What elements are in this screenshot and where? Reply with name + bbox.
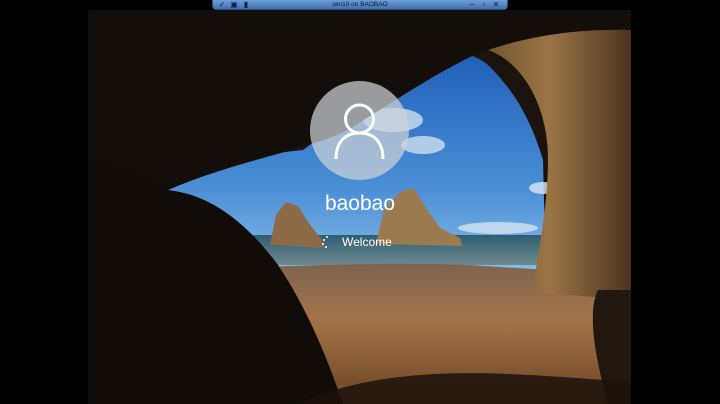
login-status: Welcome	[322, 235, 392, 249]
close-icon[interactable]: ✕	[491, 0, 501, 10]
minimize-icon[interactable]: –	[467, 0, 477, 10]
connection-title: win10 on BAOBAO	[332, 1, 388, 8]
remote-connection-bar: ✓ ▣ ▮ win10 on BAOBAO – ▫ ✕	[212, 0, 508, 10]
restore-icon[interactable]: ▫	[479, 0, 489, 10]
welcome-text: Welcome	[342, 235, 392, 249]
username-label: baobao	[324, 192, 396, 215]
loading-spinner-icon	[322, 236, 332, 248]
user-avatar	[310, 81, 409, 180]
user-icon	[334, 103, 385, 160]
